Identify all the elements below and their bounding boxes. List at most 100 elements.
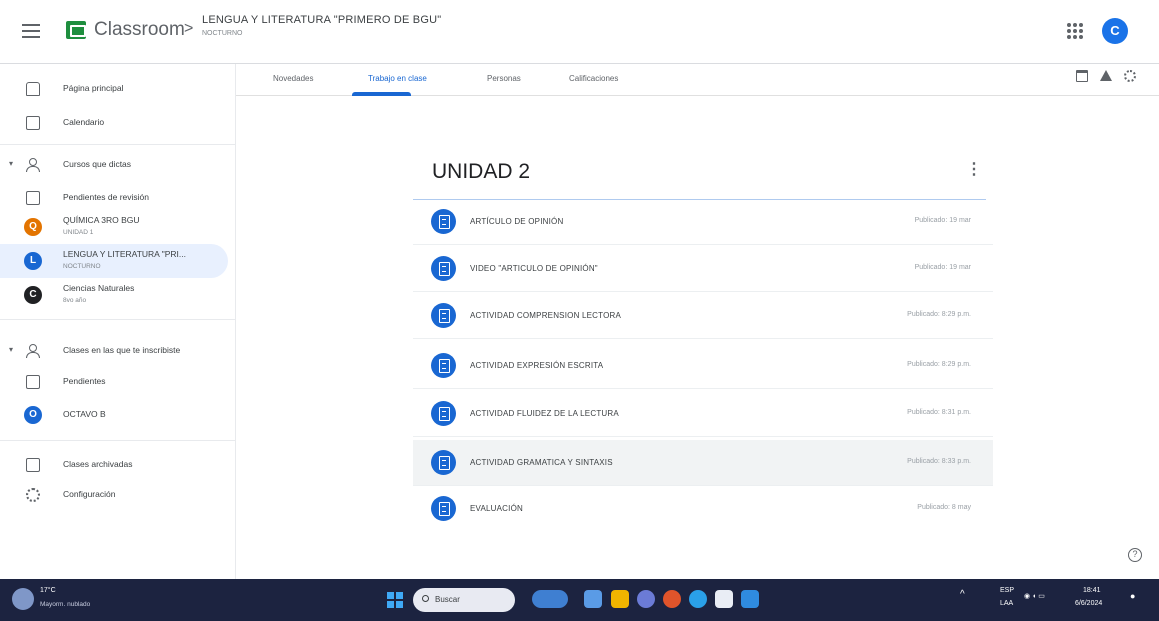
region-indicator[interactable]: LAA bbox=[1000, 600, 1013, 607]
chrome-icon[interactable] bbox=[663, 590, 681, 608]
file-explorer-icon[interactable] bbox=[584, 590, 602, 608]
sidebar-item-course-octavo[interactable]: O OCTAVO B bbox=[0, 398, 228, 432]
account-avatar[interactable]: C bbox=[1102, 18, 1128, 44]
sidebar-item-archived[interactable]: Clases archivadas bbox=[0, 448, 228, 482]
weather-description[interactable]: Mayorm. nublado bbox=[40, 601, 90, 608]
list-item[interactable]: ACTIVIDAD FLUIDEZ DE LA LECTURA Publicad… bbox=[413, 391, 993, 437]
settings-icon[interactable] bbox=[1124, 70, 1136, 82]
student-icon bbox=[26, 344, 40, 358]
assignment-date: Publicado: 8:29 p.m. bbox=[907, 311, 971, 318]
wifi-icon[interactable]: ◉ ◖ ▭ bbox=[1024, 592, 1045, 600]
edge-icon[interactable] bbox=[689, 590, 707, 608]
windows-start-icon[interactable] bbox=[387, 592, 403, 608]
tab-calificaciones[interactable]: Calificaciones bbox=[569, 74, 618, 83]
sidebar-item-label: Cursos que dictas bbox=[63, 159, 132, 169]
home-icon bbox=[26, 82, 40, 96]
avatar: C bbox=[24, 286, 42, 304]
classroom-app: Classroom > LENGUA Y LITERATURA "PRIMERO… bbox=[0, 0, 1159, 621]
drive-icon[interactable] bbox=[1100, 70, 1112, 81]
taskbar-search[interactable]: Buscar bbox=[413, 588, 515, 612]
app-icon[interactable] bbox=[637, 590, 655, 608]
classroom-logo-icon[interactable] bbox=[66, 21, 86, 39]
sidebar-item-course-quimica[interactable]: Q QUÍMICA 3RO BGU UNIDAD 1 bbox=[0, 210, 228, 244]
sidebar-item-course-lengua[interactable]: L LENGUA Y LITERATURA "PRI... NOCTURNO bbox=[0, 244, 228, 278]
sidebar-item-label: Clases archivadas bbox=[63, 459, 133, 469]
assignment-date: Publicado: 8:33 p.m. bbox=[907, 458, 971, 465]
sidebar-item-enrolled[interactable]: ▾ Clases en las que te inscribiste bbox=[0, 334, 228, 368]
notification-icon[interactable]: ● bbox=[1130, 591, 1135, 601]
assignment-date: Publicado: 8:31 p.m. bbox=[907, 409, 971, 416]
chevron-down-icon[interactable]: ▾ bbox=[9, 345, 13, 354]
more-options-icon[interactable]: ⋮ bbox=[966, 159, 982, 179]
inbox-icon bbox=[26, 191, 40, 205]
sidebar-item-teaching[interactable]: ▾ Cursos que dictas bbox=[0, 148, 228, 182]
sidebar-item-course-ciencias[interactable]: C Ciencias Naturales 8vo año bbox=[0, 278, 228, 312]
sidebar-item-home[interactable]: Página principal bbox=[0, 72, 228, 106]
sidebar-divider bbox=[0, 319, 236, 320]
gear-icon bbox=[26, 488, 40, 502]
avatar: L bbox=[24, 252, 42, 270]
sidebar-item-todo[interactable]: Pendientes bbox=[0, 365, 228, 399]
weather-temperature[interactable]: 17°C bbox=[40, 587, 56, 594]
chevron-up-icon[interactable]: ^ bbox=[960, 589, 965, 600]
search-placeholder: Buscar bbox=[435, 595, 460, 604]
assignment-icon bbox=[431, 256, 456, 281]
tab-trabajo-en-clase[interactable]: Trabajo en clase bbox=[368, 74, 427, 83]
breadcrumb-separator: > bbox=[184, 20, 194, 37]
course-title[interactable]: LENGUA Y LITERATURA "PRIMERO DE BGU" bbox=[202, 14, 441, 26]
assignment-title: VIDEO "ARTICULO DE OPINIÓN" bbox=[470, 264, 598, 273]
assignment-title: ARTÍCULO DE OPINIÓN bbox=[470, 217, 564, 226]
list-item[interactable]: EVALUACIÓN Publicado: 8 may bbox=[413, 486, 993, 532]
app-icon[interactable] bbox=[741, 590, 759, 608]
assignment-icon bbox=[431, 209, 456, 234]
tab-novedades[interactable]: Novedades bbox=[273, 74, 313, 83]
sidebar-item-label: Configuración bbox=[63, 489, 116, 499]
search-icon bbox=[422, 595, 429, 602]
assignment-date: Publicado: 8 may bbox=[917, 504, 971, 511]
sidebar-item-label: Página principal bbox=[63, 83, 124, 93]
assignment-title: ACTIVIDAD GRAMATICA Y SINTAXIS bbox=[470, 458, 613, 467]
clock-time[interactable]: 18:41 bbox=[1083, 587, 1101, 594]
folder-icon[interactable] bbox=[611, 590, 629, 608]
assignment-icon bbox=[431, 450, 456, 475]
assignment-icon bbox=[431, 401, 456, 426]
sidebar-item-label: Ciencias Naturales bbox=[63, 283, 135, 293]
tab-personas[interactable]: Personas bbox=[487, 74, 521, 83]
sidebar-item-label: Clases en las que te inscribiste bbox=[63, 345, 181, 355]
chevron-down-icon[interactable]: ▾ bbox=[9, 159, 13, 168]
assignment-icon bbox=[431, 496, 456, 521]
list-item[interactable]: VIDEO "ARTICULO DE OPINIÓN" Publicado: 1… bbox=[413, 246, 993, 292]
assignment-date: Publicado: 19 mar bbox=[914, 264, 971, 271]
sidebar-item-calendar[interactable]: Calendario bbox=[0, 106, 228, 140]
assignment-icon bbox=[431, 303, 456, 328]
apps-grid-icon[interactable] bbox=[1067, 23, 1083, 39]
calendar-icon bbox=[26, 116, 40, 130]
clock-date[interactable]: 6/6/2024 bbox=[1075, 600, 1102, 607]
course-subtitle: NOCTURNO bbox=[202, 30, 243, 37]
list-item[interactable]: ACTIVIDAD EXPRESIÓN ESCRITA Publicado: 8… bbox=[413, 343, 993, 389]
calendar-icon[interactable] bbox=[1076, 70, 1088, 82]
help-icon[interactable]: ? bbox=[1128, 548, 1142, 562]
menu-icon[interactable] bbox=[22, 24, 40, 38]
sidebar-item-settings[interactable]: Configuración bbox=[0, 478, 228, 512]
list-item[interactable]: ACTIVIDAD COMPRENSION LECTORA Publicado:… bbox=[413, 293, 993, 339]
list-item[interactable]: ARTÍCULO DE OPINIÓN Publicado: 19 mar bbox=[413, 199, 993, 245]
list-item[interactable]: ACTIVIDAD GRAMATICA Y SINTAXIS Publicado… bbox=[413, 440, 993, 486]
assignment-title: EVALUACIÓN bbox=[470, 504, 523, 513]
avatar: Q bbox=[24, 218, 42, 236]
language-indicator[interactable]: ESP bbox=[1000, 587, 1014, 594]
brand-name[interactable]: Classroom bbox=[94, 19, 185, 41]
active-tab-indicator bbox=[352, 92, 411, 96]
assignment-icon bbox=[431, 353, 456, 378]
taskbar-app-widget[interactable] bbox=[532, 590, 568, 608]
weather-icon[interactable] bbox=[12, 588, 34, 610]
sidebar-divider bbox=[0, 440, 236, 441]
os-taskbar: 17°C Mayorm. nublado Buscar ^ ESP LAA ◉ … bbox=[0, 579, 1159, 621]
sidebar-item-label: Pendientes bbox=[63, 376, 106, 386]
avatar: O bbox=[24, 406, 42, 424]
todo-icon bbox=[26, 375, 40, 389]
sidebar-item-sublabel: NOCTURNO bbox=[63, 263, 101, 270]
people-icon bbox=[26, 158, 40, 172]
store-icon[interactable] bbox=[715, 590, 733, 608]
assignment-title: ACTIVIDAD COMPRENSION LECTORA bbox=[470, 311, 622, 320]
